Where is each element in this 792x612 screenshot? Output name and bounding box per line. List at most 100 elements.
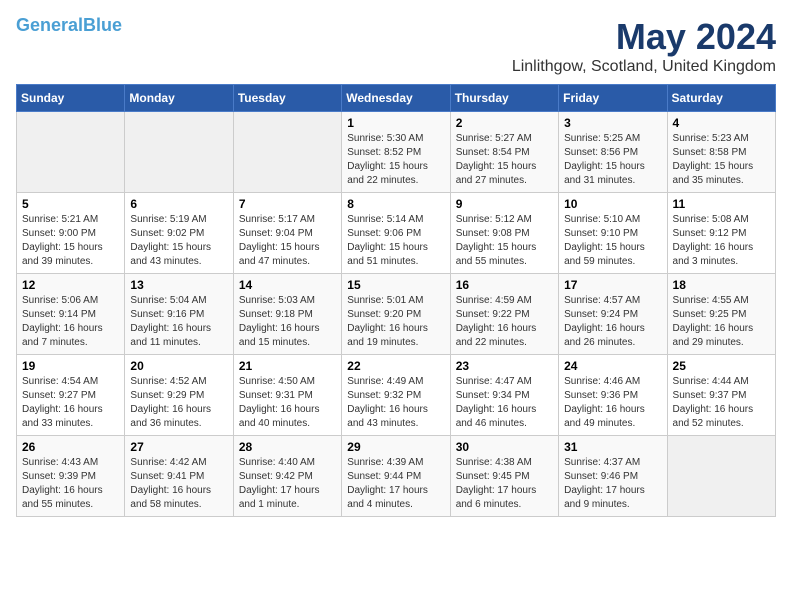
calendar-cell: 9 Sunrise: 5:12 AM Sunset: 9:08 PM Daylig… [450,193,558,274]
day-info: Sunrise: 4:44 AM Sunset: 9:37 PM Dayligh… [673,375,770,431]
day-info: Sunrise: 4:39 AM Sunset: 9:44 PM Dayligh… [347,456,444,512]
calendar-cell: 20 Sunrise: 4:52 AM Sunset: 9:29 PM Dayli… [125,355,233,436]
day-number: 9 [456,197,553,211]
calendar-cell: 4 Sunrise: 5:23 AM Sunset: 8:58 PM Daylig… [667,112,775,193]
day-number: 10 [564,197,661,211]
day-number: 11 [673,197,770,211]
day-info: Sunrise: 4:37 AM Sunset: 9:46 PM Dayligh… [564,456,661,512]
day-number: 23 [456,359,553,373]
week-row-4: 19 Sunrise: 4:54 AM Sunset: 9:27 PM Dayli… [17,355,776,436]
col-friday: Friday [559,85,667,112]
calendar-cell: 15Sunrise: 5:01 AM Sunset: 9:20 PM Dayli… [342,274,450,355]
calendar-cell: 2 Sunrise: 5:27 AM Sunset: 8:54 PM Daylig… [450,112,558,193]
day-number: 1 [347,116,444,130]
day-info: Sunrise: 5:06 AM Sunset: 9:14 PM Dayligh… [22,294,119,350]
day-info: Sunrise: 4:54 AM Sunset: 9:27 PM Dayligh… [22,375,119,431]
calendar-cell: 17 Sunrise: 4:57 AM Sunset: 9:24 PM Dayli… [559,274,667,355]
calendar-cell: 23 Sunrise: 4:47 AM Sunset: 9:34 PM Dayli… [450,355,558,436]
day-number: 5 [22,197,119,211]
day-info: Sunrise: 5:21 AM Sunset: 9:00 PM Dayligh… [22,213,119,269]
calendar-header-row: Sunday Monday Tuesday Wednesday Thursday… [17,85,776,112]
col-tuesday: Tuesday [233,85,341,112]
day-info: Sunrise: 4:46 AM Sunset: 9:36 PM Dayligh… [564,375,661,431]
calendar-cell: 1 Sunrise: 5:30 AM Sunset: 8:52 PM Daylig… [342,112,450,193]
day-number: 7 [239,197,336,211]
day-info: Sunrise: 4:59 AM Sunset: 9:22 PM Dayligh… [456,294,553,350]
month-title: May 2024 [512,16,776,58]
day-info: Sunrise: 5:08 AM Sunset: 9:12 PM Dayligh… [673,213,770,269]
logo-blue: Blue [83,15,122,35]
day-info: Sunrise: 4:57 AM Sunset: 9:24 PM Dayligh… [564,294,661,350]
day-info: Sunrise: 5:12 AM Sunset: 9:08 PM Dayligh… [456,213,553,269]
day-number: 25 [673,359,770,373]
day-number: 21 [239,359,336,373]
day-number: 19 [22,359,119,373]
day-info: Sunrise: 5:27 AM Sunset: 8:54 PM Dayligh… [456,132,553,188]
day-number: 27 [130,440,227,454]
logo-text: GeneralBlue [16,16,122,36]
day-number: 22 [347,359,444,373]
day-number: 4 [673,116,770,130]
day-info: Sunrise: 4:42 AM Sunset: 9:41 PM Dayligh… [130,456,227,512]
col-saturday: Saturday [667,85,775,112]
day-info: Sunrise: 4:52 AM Sunset: 9:29 PM Dayligh… [130,375,227,431]
day-number: 20 [130,359,227,373]
calendar-cell: 26 Sunrise: 4:43 AM Sunset: 9:39 PM Dayli… [17,436,125,517]
logo-general: General [16,15,83,35]
day-info: Sunrise: 5:04 AM Sunset: 9:16 PM Dayligh… [130,294,227,350]
day-info: Sunrise: 4:47 AM Sunset: 9:34 PM Dayligh… [456,375,553,431]
calendar-cell: 14 Sunrise: 5:03 AM Sunset: 9:18 PM Dayli… [233,274,341,355]
calendar-cell: 16 Sunrise: 4:59 AM Sunset: 9:22 PM Dayli… [450,274,558,355]
day-number: 17 [564,278,661,292]
calendar-cell: 10Sunrise: 5:10 AM Sunset: 9:10 PM Dayli… [559,193,667,274]
calendar-cell: 11 Sunrise: 5:08 AM Sunset: 9:12 PM Dayli… [667,193,775,274]
day-number: 14 [239,278,336,292]
calendar-cell: 8 Sunrise: 5:14 AM Sunset: 9:06 PM Daylig… [342,193,450,274]
col-thursday: Thursday [450,85,558,112]
day-info: Sunrise: 4:40 AM Sunset: 9:42 PM Dayligh… [239,456,336,512]
calendar-cell: 31Sunrise: 4:37 AM Sunset: 9:46 PM Dayli… [559,436,667,517]
col-monday: Monday [125,85,233,112]
week-row-2: 5 Sunrise: 5:21 AM Sunset: 9:00 PM Daylig… [17,193,776,274]
calendar-cell: 7 Sunrise: 5:17 AM Sunset: 9:04 PM Daylig… [233,193,341,274]
calendar-cell [233,112,341,193]
calendar-cell: 22 Sunrise: 4:49 AM Sunset: 9:32 PM Dayli… [342,355,450,436]
calendar-cell: 29Sunrise: 4:39 AM Sunset: 9:44 PM Dayli… [342,436,450,517]
calendar-table: Sunday Monday Tuesday Wednesday Thursday… [16,84,776,517]
day-number: 28 [239,440,336,454]
calendar-cell: 21 Sunrise: 4:50 AM Sunset: 9:31 PM Dayli… [233,355,341,436]
day-info: Sunrise: 5:19 AM Sunset: 9:02 PM Dayligh… [130,213,227,269]
calendar-cell: 13 Sunrise: 5:04 AM Sunset: 9:16 PM Dayli… [125,274,233,355]
calendar-cell: 19 Sunrise: 4:54 AM Sunset: 9:27 PM Dayli… [17,355,125,436]
day-info: Sunrise: 4:49 AM Sunset: 9:32 PM Dayligh… [347,375,444,431]
day-info: Sunrise: 5:23 AM Sunset: 8:58 PM Dayligh… [673,132,770,188]
day-info: Sunrise: 4:38 AM Sunset: 9:45 PM Dayligh… [456,456,553,512]
day-number: 26 [22,440,119,454]
calendar-cell [17,112,125,193]
day-number: 16 [456,278,553,292]
calendar-cell: 18Sunrise: 4:55 AM Sunset: 9:25 PM Dayli… [667,274,775,355]
day-number: 8 [347,197,444,211]
location-title: Linlithgow, Scotland, United Kingdom [512,58,776,76]
calendar-cell: 6 Sunrise: 5:19 AM Sunset: 9:02 PM Daylig… [125,193,233,274]
day-number: 30 [456,440,553,454]
day-number: 3 [564,116,661,130]
day-number: 6 [130,197,227,211]
calendar-cell: 3Sunrise: 5:25 AM Sunset: 8:56 PM Daylig… [559,112,667,193]
calendar-cell: 30 Sunrise: 4:38 AM Sunset: 9:45 PM Dayli… [450,436,558,517]
day-info: Sunrise: 4:43 AM Sunset: 9:39 PM Dayligh… [22,456,119,512]
day-info: Sunrise: 5:03 AM Sunset: 9:18 PM Dayligh… [239,294,336,350]
calendar-cell: 5 Sunrise: 5:21 AM Sunset: 9:00 PM Daylig… [17,193,125,274]
day-number: 13 [130,278,227,292]
page-header: GeneralBlue May 2024 Linlithgow, Scotlan… [16,16,776,76]
day-info: Sunrise: 5:30 AM Sunset: 8:52 PM Dayligh… [347,132,444,188]
calendar-cell [125,112,233,193]
day-info: Sunrise: 4:50 AM Sunset: 9:31 PM Dayligh… [239,375,336,431]
calendar-cell: 25 Sunrise: 4:44 AM Sunset: 9:37 PM Dayli… [667,355,775,436]
day-info: Sunrise: 5:17 AM Sunset: 9:04 PM Dayligh… [239,213,336,269]
day-number: 18 [673,278,770,292]
day-number: 2 [456,116,553,130]
day-number: 24 [564,359,661,373]
title-block: May 2024 Linlithgow, Scotland, United Ki… [512,16,776,76]
day-info: Sunrise: 5:14 AM Sunset: 9:06 PM Dayligh… [347,213,444,269]
